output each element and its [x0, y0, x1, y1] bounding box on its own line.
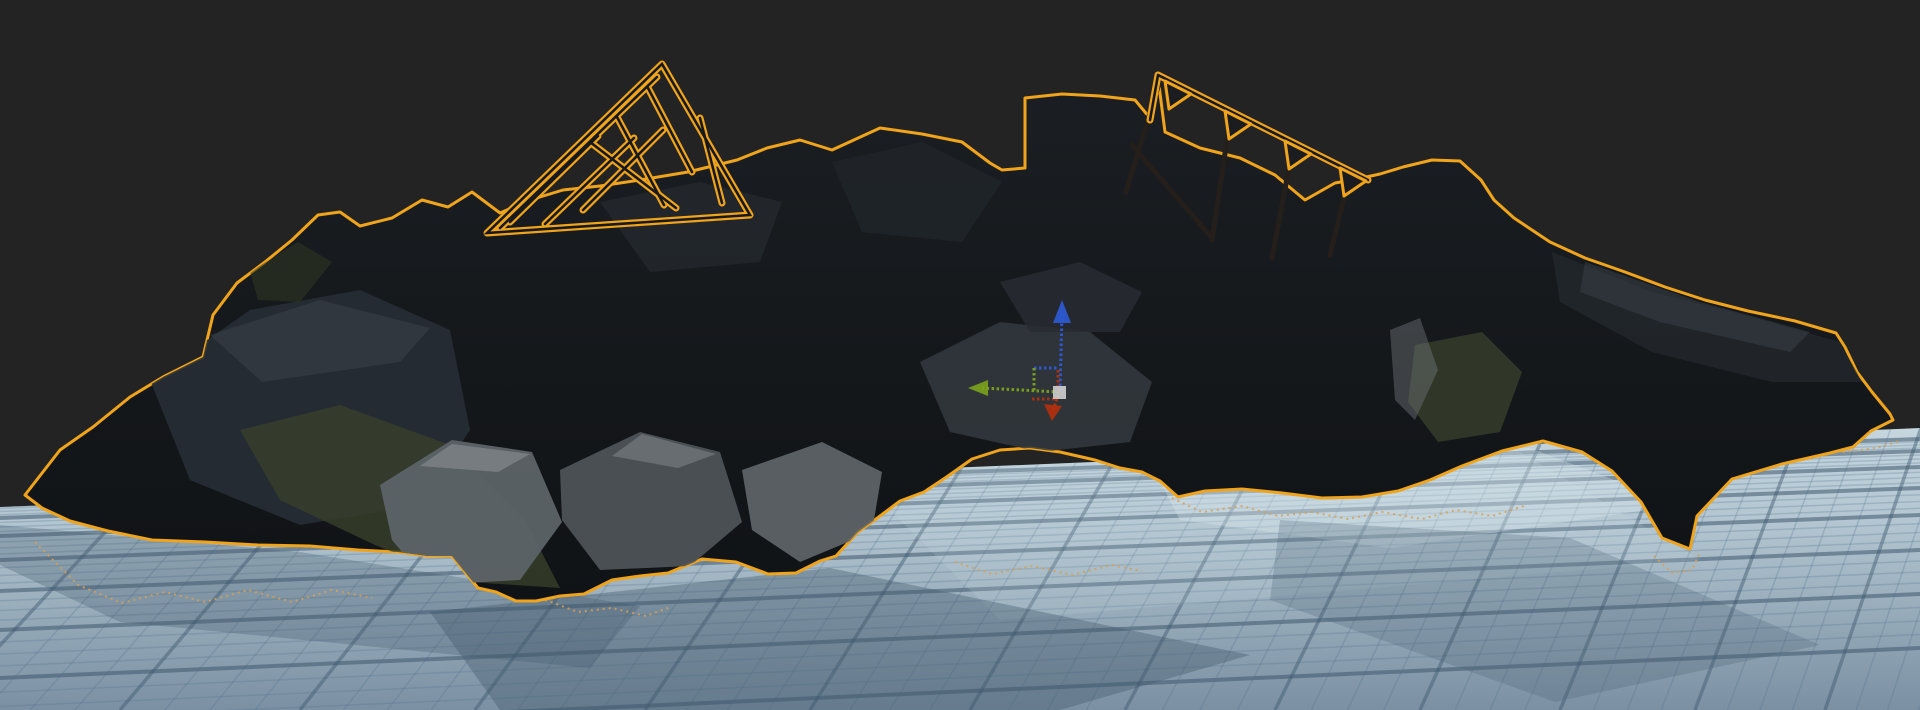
unreal-viewport[interactable]: [0, 0, 1920, 710]
gizmo-center-handle[interactable]: [1053, 386, 1066, 399]
